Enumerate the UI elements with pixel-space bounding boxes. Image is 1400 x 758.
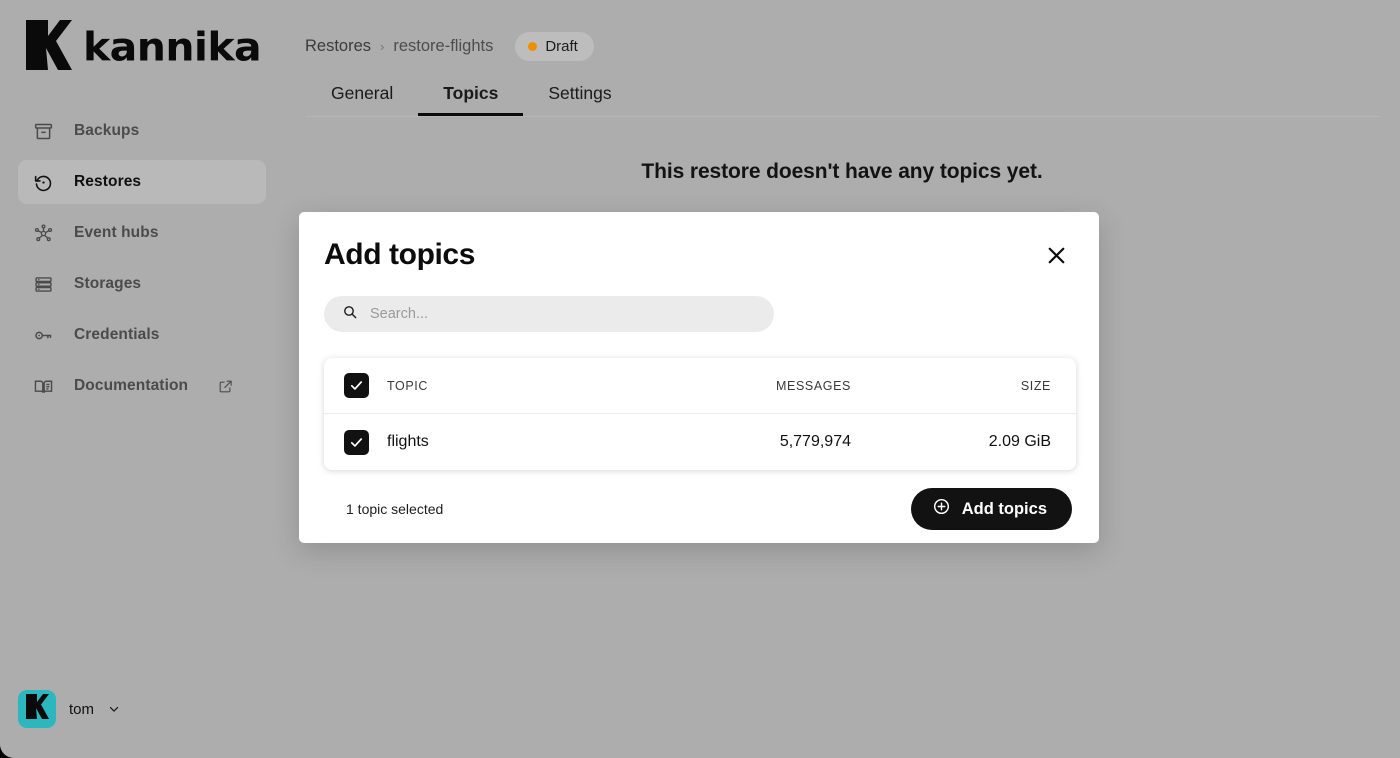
book-icon <box>32 375 54 397</box>
topics-table: TOPIC MESSAGES SIZE flights 5,779,974 2.… <box>324 358 1076 470</box>
table-header-row: TOPIC MESSAGES SIZE <box>324 358 1076 414</box>
restore-history-icon <box>32 171 54 193</box>
table-row[interactable]: flights 5,779,974 2.09 GiB <box>324 414 1076 470</box>
sidebar-nav: Backups Restores Event hubs Storages Cre… <box>0 109 284 415</box>
sidebar-item-restores[interactable]: Restores <box>18 160 266 204</box>
tab-topics[interactable]: Topics <box>418 83 524 117</box>
cell-size: 2.09 GiB <box>988 433 1051 450</box>
sidebar-item-label: Storages <box>74 275 142 292</box>
archive-box-icon <box>32 120 54 142</box>
empty-state-message: This restore doesn't have any topics yet… <box>641 160 1043 183</box>
tab-settings[interactable]: Settings <box>523 83 636 117</box>
sidebar-item-label: Restores <box>74 173 142 190</box>
brand-name: kannika <box>83 23 262 70</box>
server-stack-icon <box>32 273 54 295</box>
breadcrumb-separator-icon: › <box>380 39 385 54</box>
row-checkbox[interactable] <box>344 429 369 455</box>
external-link-icon <box>218 379 233 394</box>
status-badge-label: Draft <box>545 38 578 55</box>
sidebar: kannika Backups Restores Event hubs Stor… <box>0 0 284 758</box>
column-header-messages: MESSAGES <box>776 378 851 393</box>
add-topics-button[interactable]: Add topics <box>910 488 1072 530</box>
network-hub-icon <box>32 222 54 244</box>
sidebar-item-label: Backups <box>74 122 140 139</box>
avatar <box>18 690 56 728</box>
kannika-k-avatar-icon <box>25 694 49 724</box>
breadcrumb-current: restore-flights <box>393 37 494 55</box>
plus-circle-icon <box>932 497 951 521</box>
breadcrumb-root[interactable]: Restores <box>305 37 371 56</box>
chevron-down-icon[interactable] <box>107 702 121 716</box>
dialog-title: Add topics <box>324 238 475 271</box>
sidebar-item-backups[interactable]: Backups <box>18 109 266 153</box>
add-topics-dialog: Add topics Search... TOPIC MESSAGES SIZE… <box>299 212 1099 543</box>
app-window: kannika Backups Restores Event hubs Stor… <box>0 0 1400 758</box>
search-input[interactable] <box>370 306 756 322</box>
user-name: tom <box>69 700 95 718</box>
status-dot-icon <box>528 42 538 51</box>
search-icon <box>342 304 358 325</box>
kannika-k-logo-icon <box>26 19 72 75</box>
sidebar-item-label: Event hubs <box>74 224 159 241</box>
column-header-size: SIZE <box>1020 378 1051 393</box>
selection-count: 1 topic selected <box>346 501 444 517</box>
breadcrumb: Restores › restore-flights Draft <box>284 0 1400 61</box>
sidebar-item-credentials[interactable]: Credentials <box>18 313 266 357</box>
sidebar-item-storages[interactable]: Storages <box>18 262 266 306</box>
tab-bar: General Topics Settings <box>284 71 1400 117</box>
dialog-footer: 1 topic selected Add topics <box>324 488 1074 530</box>
brand-logo[interactable]: kannika <box>0 0 284 76</box>
select-all-checkbox[interactable] <box>344 373 369 398</box>
key-icon <box>32 324 54 346</box>
sidebar-item-label: Credentials <box>74 326 160 343</box>
tab-general[interactable]: General <box>306 83 418 117</box>
user-menu[interactable]: tom <box>0 690 284 758</box>
status-badge: Draft <box>515 32 594 61</box>
column-header-topic: TOPIC <box>387 378 428 393</box>
dialog-header: Add topics <box>324 238 1074 272</box>
close-icon[interactable] <box>1039 238 1073 272</box>
sidebar-item-documentation[interactable]: Documentation <box>18 364 266 408</box>
cell-messages: 5,779,974 <box>779 433 851 450</box>
sidebar-item-label: Documentation <box>74 377 189 394</box>
tab-divider <box>306 116 1380 117</box>
add-topics-button-label: Add topics <box>961 499 1047 518</box>
sidebar-item-event-hubs[interactable]: Event hubs <box>18 211 266 255</box>
cell-topic: flights <box>387 433 429 450</box>
search-field[interactable] <box>324 296 774 332</box>
